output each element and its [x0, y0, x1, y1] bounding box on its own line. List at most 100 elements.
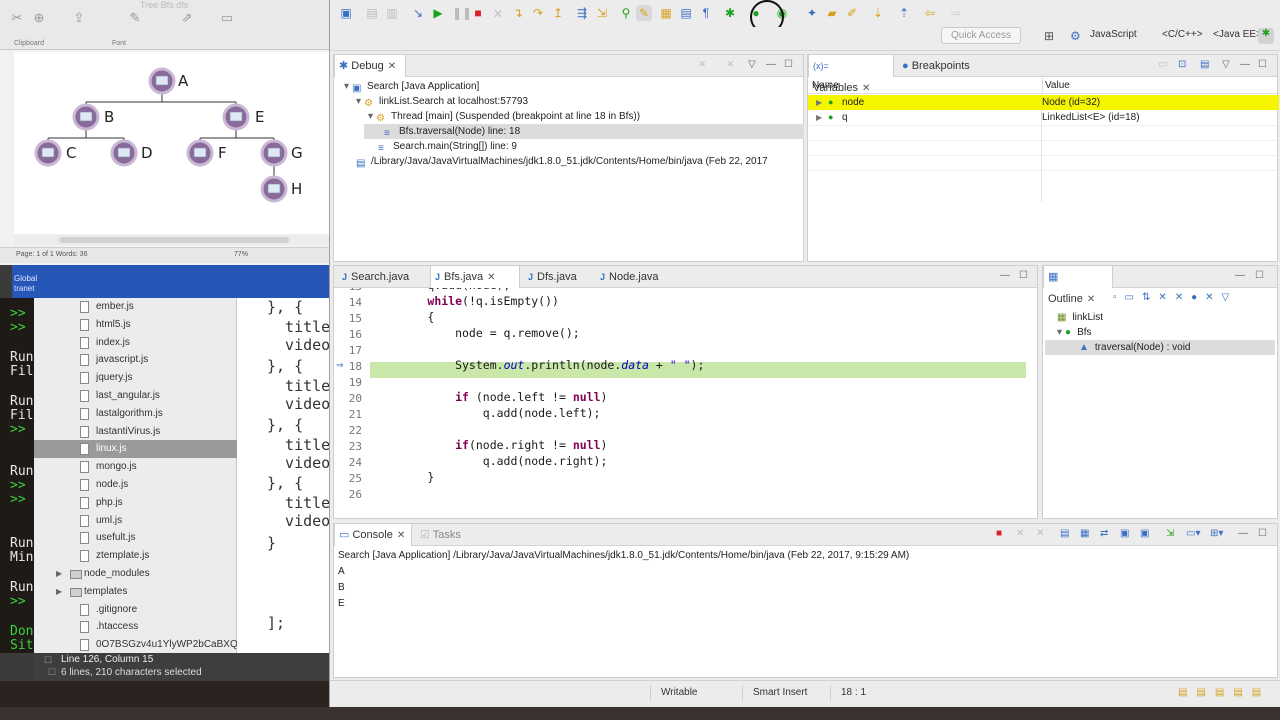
tab-outline[interactable]: ▦ Outline ✕: [1043, 266, 1113, 305]
tab-debug[interactable]: ✱ Debug ✕: [334, 55, 406, 77]
minimize-icon[interactable]: —: [766, 59, 776, 70]
minimize-icon[interactable]: —: [1000, 270, 1010, 281]
outline-toolbar-icons[interactable]: ▫▭⇅✕✕●✕▽: [1113, 292, 1237, 303]
tab-dfs-java[interactable]: J Dfs.java: [524, 266, 590, 288]
perspective-javascript[interactable]: JavaScript: [1090, 29, 1137, 40]
tab-console[interactable]: ▭ Console ✕: [334, 524, 412, 546]
use-step-filters-icon[interactable]: ⇶: [574, 5, 590, 21]
file-item[interactable]: lastantiVirus.js: [34, 423, 237, 441]
pen-icon[interactable]: ✎: [124, 10, 146, 28]
expand-arrow-icon[interactable]: ▶: [56, 565, 62, 583]
maximize-icon[interactable]: ☐: [1258, 528, 1267, 539]
maximize-icon[interactable]: ☐: [784, 59, 793, 70]
save-all-icon[interactable]: ▥: [384, 5, 400, 21]
remove-all-icon[interactable]: ✕: [1036, 528, 1044, 539]
debug-icon[interactable]: ✱: [722, 5, 738, 21]
view-menu-icon[interactable]: ▽: [1222, 59, 1230, 70]
open-perspective-icon[interactable]: ⊞: [1044, 29, 1054, 43]
back-icon[interactable]: ⇦: [922, 5, 938, 21]
tab-node-java[interactable]: J Node.java: [596, 266, 666, 288]
minimize-icon[interactable]: —: [1235, 270, 1245, 281]
javascript-perspective-icon[interactable]: ⚙: [1070, 29, 1081, 43]
share-icon[interactable]: ⇗: [176, 10, 198, 28]
suspend-icon[interactable]: ❚❚: [452, 5, 472, 21]
show-on-error-icon[interactable]: ▣: [1140, 528, 1149, 539]
open-type-icon[interactable]: ▦: [658, 5, 674, 21]
show-type-names-icon[interactable]: ⊡: [1178, 59, 1186, 70]
perspective-javaee[interactable]: <Java EE>: [1213, 29, 1262, 40]
file-item[interactable]: usefult.js: [34, 529, 237, 547]
close-icon[interactable]: ✕: [388, 61, 396, 72]
view-menu-icon[interactable]: ▽: [748, 59, 756, 70]
close-icon[interactable]: ✕: [397, 530, 405, 541]
step-into-icon[interactable]: ↴: [510, 5, 526, 21]
variable-row[interactable]: ▶ ● node Node (id=32): [808, 95, 1279, 110]
file-item[interactable]: index.js: [34, 334, 237, 352]
debug-perspective-button[interactable]: ✱: [1258, 28, 1274, 44]
perspective-cpp[interactable]: <C/C++>: [1162, 29, 1203, 40]
debug-tree-item[interactable]: ▾ ⚙ Thread [main] (Suspended (breakpoint a…: [368, 109, 640, 124]
new-icon[interactable]: ▣: [338, 5, 354, 21]
disconnect-icon[interactable]: ⨯: [490, 5, 506, 21]
word-horizontal-scrollbar[interactable]: [14, 235, 330, 245]
variable-row[interactable]: ▶ ● q LinkedList<E> (id=18): [808, 110, 1279, 125]
file-item[interactable]: 0O7BSGzv4u1YlyWP2bCaBXQ_7f: [34, 636, 252, 654]
file-item[interactable]: ember.js: [34, 298, 237, 316]
expand-arrow-icon[interactable]: ▾: [356, 96, 361, 107]
debug-tree-item[interactable]: ▤ /Library/Java/JavaVirtualMachines/jdk1.…: [356, 154, 768, 169]
remove-launch-icon[interactable]: ✕: [1016, 528, 1024, 539]
display-console-icon[interactable]: ▭▾: [1186, 528, 1200, 539]
status-trim-icons[interactable]: ▤▤▤▤▤: [1178, 687, 1270, 698]
save-icon[interactable]: ▤: [364, 5, 380, 21]
breakpoint-marker-icon[interactable]: ⇒: [336, 360, 344, 371]
stack-frame-selected[interactable]: ≡ Bfs.traversal(Node) line: 18: [364, 124, 804, 139]
expand-arrow-icon[interactable]: ▶: [816, 110, 822, 125]
expand-arrow-icon[interactable]: ▾: [1057, 327, 1062, 338]
expand-arrow-icon[interactable]: ▾: [368, 111, 373, 122]
file-item[interactable]: php.js: [34, 494, 237, 512]
file-item[interactable]: node.js: [34, 476, 237, 494]
open-folder-icon[interactable]: ▰: [824, 5, 840, 21]
show-on-output-icon[interactable]: ▣: [1120, 528, 1129, 539]
file-item[interactable]: .gitignore: [34, 601, 237, 619]
file-item[interactable]: uml.js: [34, 512, 237, 530]
tab-tasks[interactable]: ☑ Tasks: [416, 524, 465, 546]
debug-tree-item[interactable]: ▾ ⚙ linkList.Search at localhost:57793: [356, 94, 528, 109]
toggle-mark-icon[interactable]: ¶: [698, 5, 714, 21]
debug-tree-item[interactable]: ▾ ▣ Search [Java Application]: [344, 79, 479, 94]
close-icon[interactable]: ✕: [487, 272, 495, 283]
expand-arrow-icon[interactable]: ▶: [816, 95, 822, 110]
close-icon[interactable]: ✕: [1087, 294, 1095, 305]
layout-icon[interactable]: ▤: [1200, 59, 1209, 70]
debug-tree-item[interactable]: ≡ Search.main(String[]) line: 9: [378, 139, 517, 154]
code-area[interactable]: 13 q.add(node);14 while(!q.isEmpty())15 …: [334, 288, 1037, 518]
maximize-icon[interactable]: ☐: [1255, 270, 1264, 281]
file-item[interactable]: .htaccess: [34, 618, 237, 636]
briefcase-icon[interactable]: ▭: [216, 10, 238, 28]
prev-annotation-icon[interactable]: ⇡: [896, 5, 912, 21]
debug-perspective-icon[interactable]: ⚲: [618, 5, 634, 21]
column-value[interactable]: Value: [1042, 78, 1070, 94]
terminate-icon[interactable]: ■: [470, 5, 486, 21]
column-name[interactable]: Name: [812, 78, 839, 94]
scroll-lock-icon[interactable]: ▦: [1080, 528, 1089, 539]
file-item[interactable]: javascript.js: [34, 351, 237, 369]
outline-item[interactable]: ▦ linkList: [1057, 310, 1103, 325]
zoom-icon[interactable]: ⊕: [28, 10, 50, 28]
tab-variables[interactable]: (x)= Variables ✕: [808, 55, 894, 94]
file-item[interactable]: linux.js: [34, 440, 237, 459]
outline-item[interactable]: ▾ ● Bfs: [1057, 325, 1092, 340]
cut-icon[interactable]: ✂: [6, 10, 28, 28]
expand-arrow-icon[interactable]: ▶: [56, 583, 62, 601]
open-task-icon[interactable]: ▤: [678, 5, 694, 21]
folder-item[interactable]: ▶ templates: [34, 583, 237, 601]
tab-breakpoints[interactable]: ● Breakpoints: [898, 55, 974, 77]
maximize-icon[interactable]: ☐: [1258, 59, 1267, 70]
remove-all-icon[interactable]: ⨯: [726, 59, 734, 70]
pin-console-icon[interactable]: ⇲: [1166, 528, 1174, 539]
quick-access-field[interactable]: Quick Access: [941, 27, 1021, 44]
step-over-icon[interactable]: ↷: [530, 5, 546, 21]
upload-icon[interactable]: ⇪: [68, 10, 90, 28]
collapse-all-icon[interactable]: ▭: [1158, 59, 1167, 70]
next-annotation-icon[interactable]: ⇣: [870, 5, 886, 21]
